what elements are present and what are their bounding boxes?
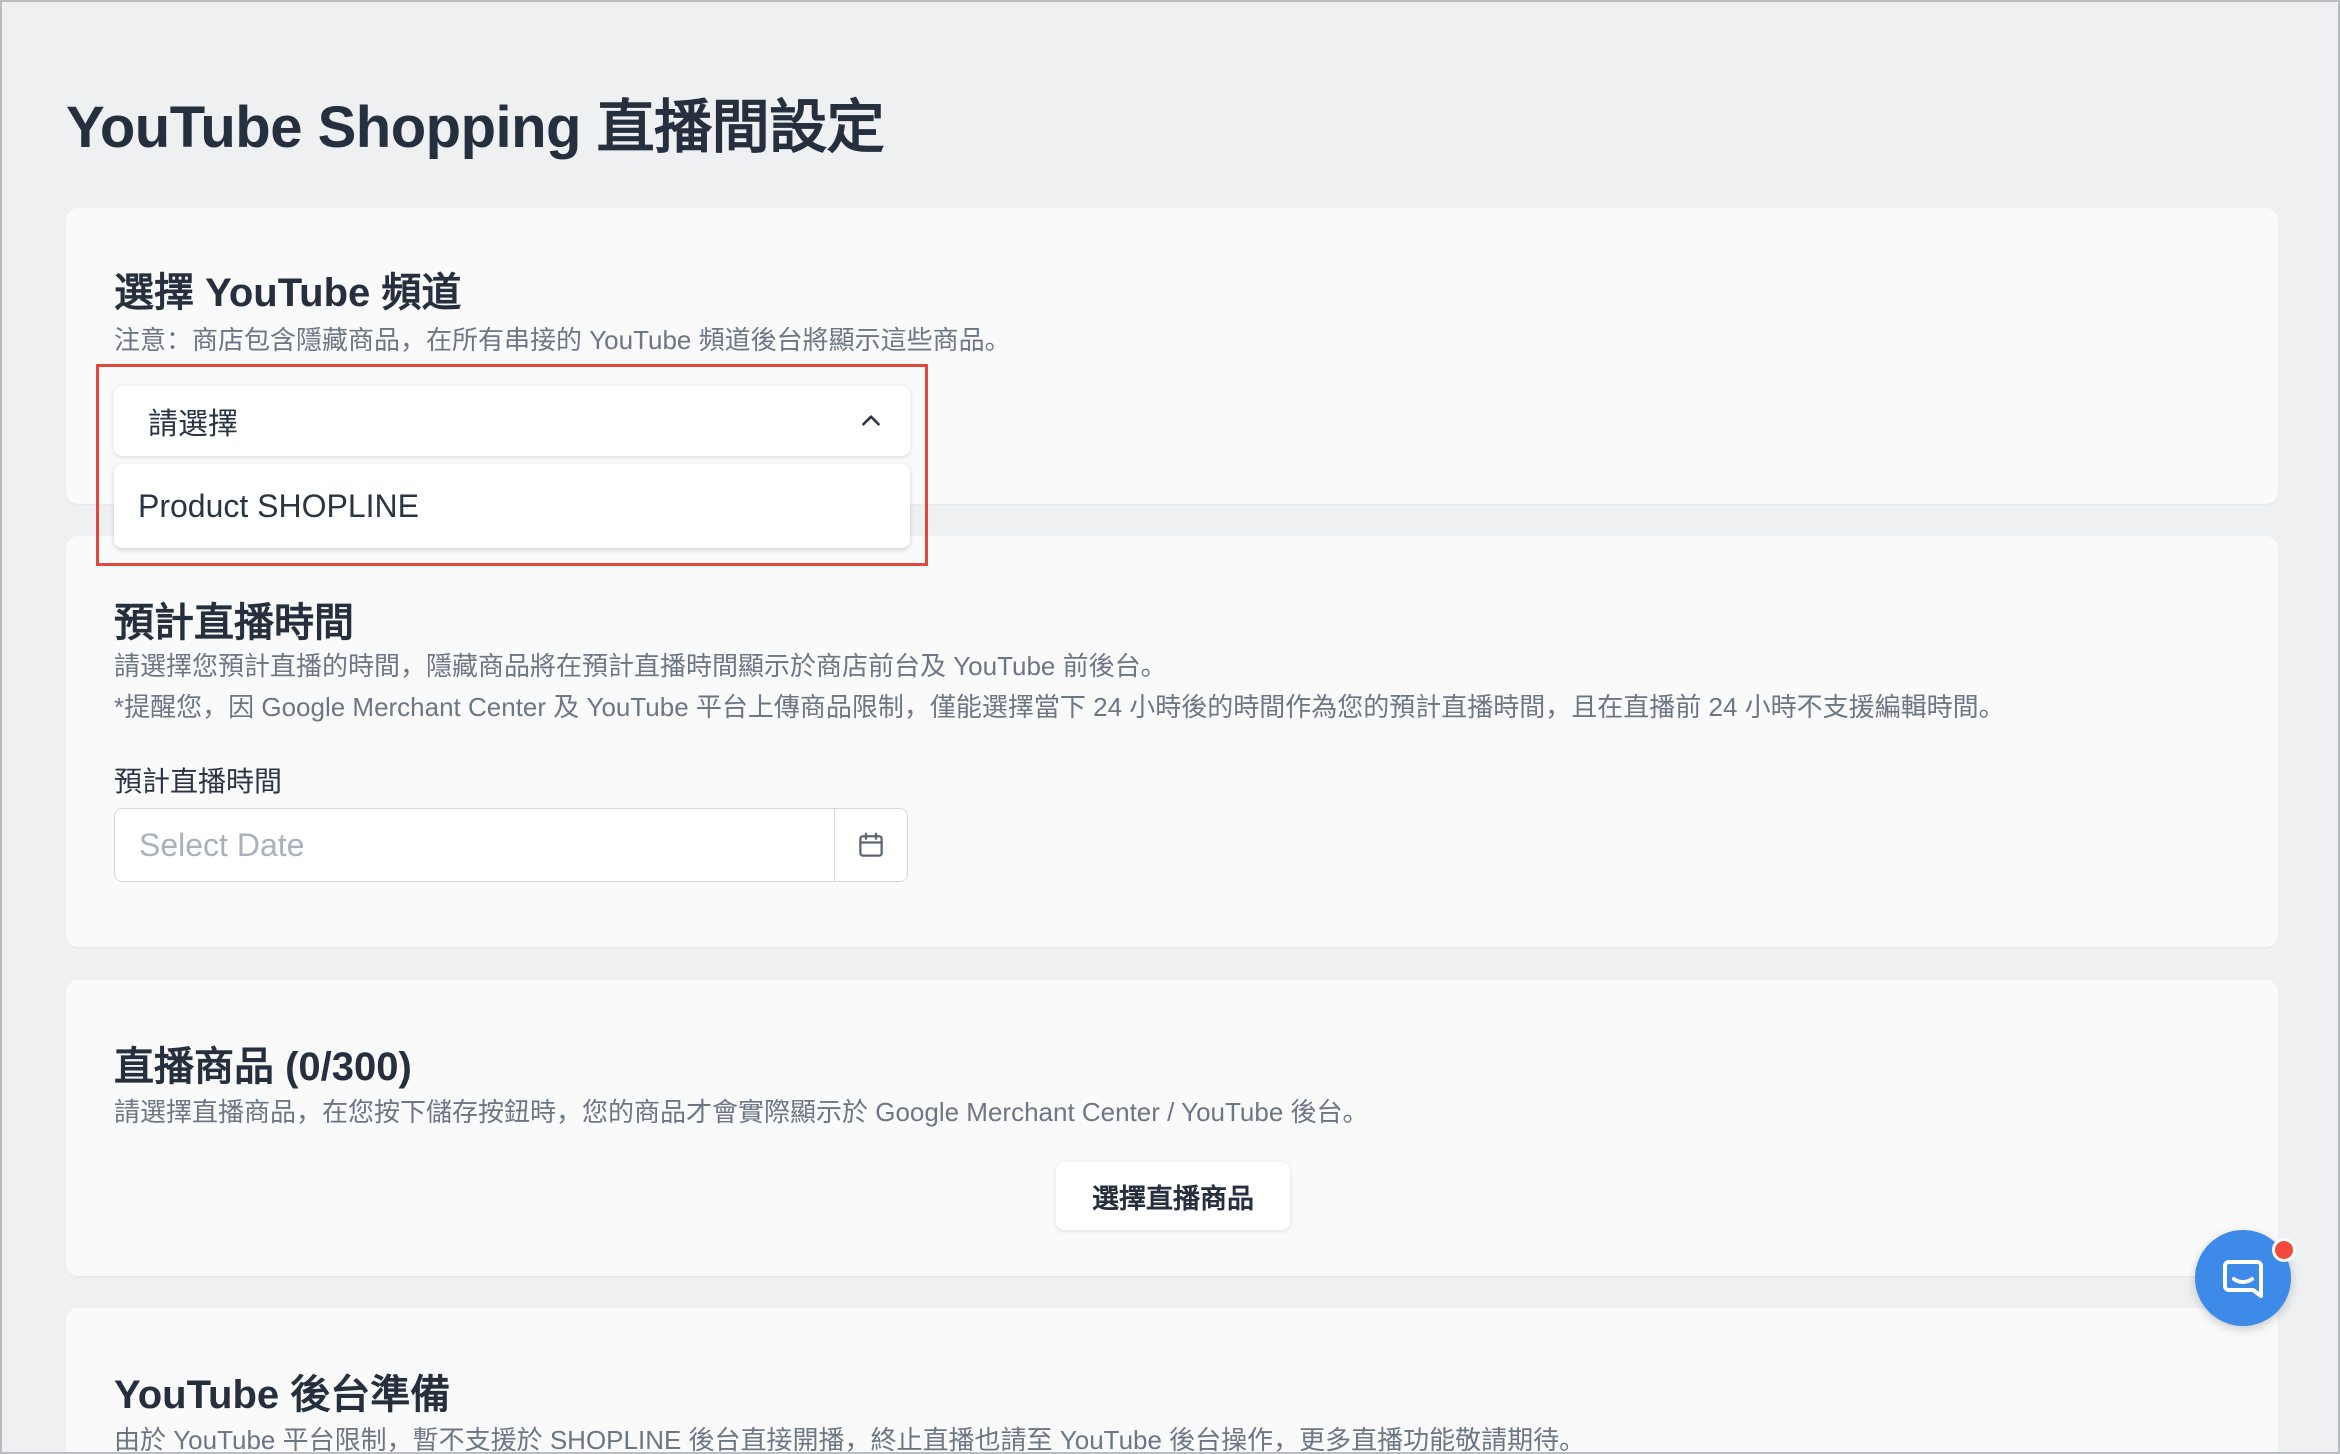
channel-section-title: 選擇 YouTube 頻道: [114, 271, 462, 315]
date-picker[interactable]: [114, 808, 908, 882]
youtube-backend-card: YouTube 後台準備 由於 YouTube 平台限制，暫不支援於 SHOPL…: [66, 1308, 2278, 1454]
channel-select[interactable]: 請選擇: [114, 386, 910, 456]
backend-section-desc: 由於 YouTube 平台限制，暫不支援於 SHOPLINE 後台直接開播，終止…: [114, 1425, 1586, 1454]
chat-bubble-icon: [2223, 1260, 2263, 1298]
channel-select-value: 請選擇: [148, 408, 238, 441]
select-live-products-button[interactable]: 選擇直播商品: [1056, 1162, 1290, 1230]
products-section-desc: 請選擇直播商品，在您按下儲存按鈕時，您的商品才會實際顯示於 Google Mer…: [114, 1097, 1369, 1127]
dropdown-option-product-shopline[interactable]: Product SHOPLINE: [138, 488, 419, 525]
backend-section-title: YouTube 後台準備: [114, 1373, 451, 1417]
products-section-title: 直播商品 (0/300): [114, 1045, 412, 1089]
live-time-card: 預計直播時間 請選擇您預計直播的時間，隱藏商品將在預計直播時間顯示於商店前台及 …: [66, 536, 2278, 947]
time-section-title: 預計直播時間: [114, 601, 354, 645]
calendar-icon: [859, 832, 883, 857]
date-field-label: 預計直播時間: [114, 766, 283, 797]
time-section-desc: 請選擇您預計直播的時間，隱藏商品將在預計直播時間顯示於商店前台及 YouTube…: [114, 651, 1167, 681]
chevron-up-icon: [862, 415, 880, 426]
notification-dot: [2272, 1238, 2296, 1262]
channel-section-note: 注意：商店包含隱藏商品，在所有串接的 YouTube 頻道後台將顯示這些商品。: [114, 325, 1011, 355]
calendar-button[interactable]: [834, 809, 907, 881]
app-frame: YouTube Shopping 直播間設定 選擇 YouTube 頻道 注意：…: [0, 0, 2340, 1454]
live-products-card: 直播商品 (0/300) 請選擇直播商品，在您按下儲存按鈕時，您的商品才會實際顯…: [66, 980, 2278, 1276]
time-section-reminder: *提醒您，因 Google Merchant Center 及 YouTube …: [114, 692, 2005, 722]
date-input[interactable]: [115, 809, 834, 881]
channel-dropdown-menu: Product SHOPLINE: [114, 464, 910, 548]
page-title: YouTube Shopping 直播間設定: [66, 95, 885, 160]
